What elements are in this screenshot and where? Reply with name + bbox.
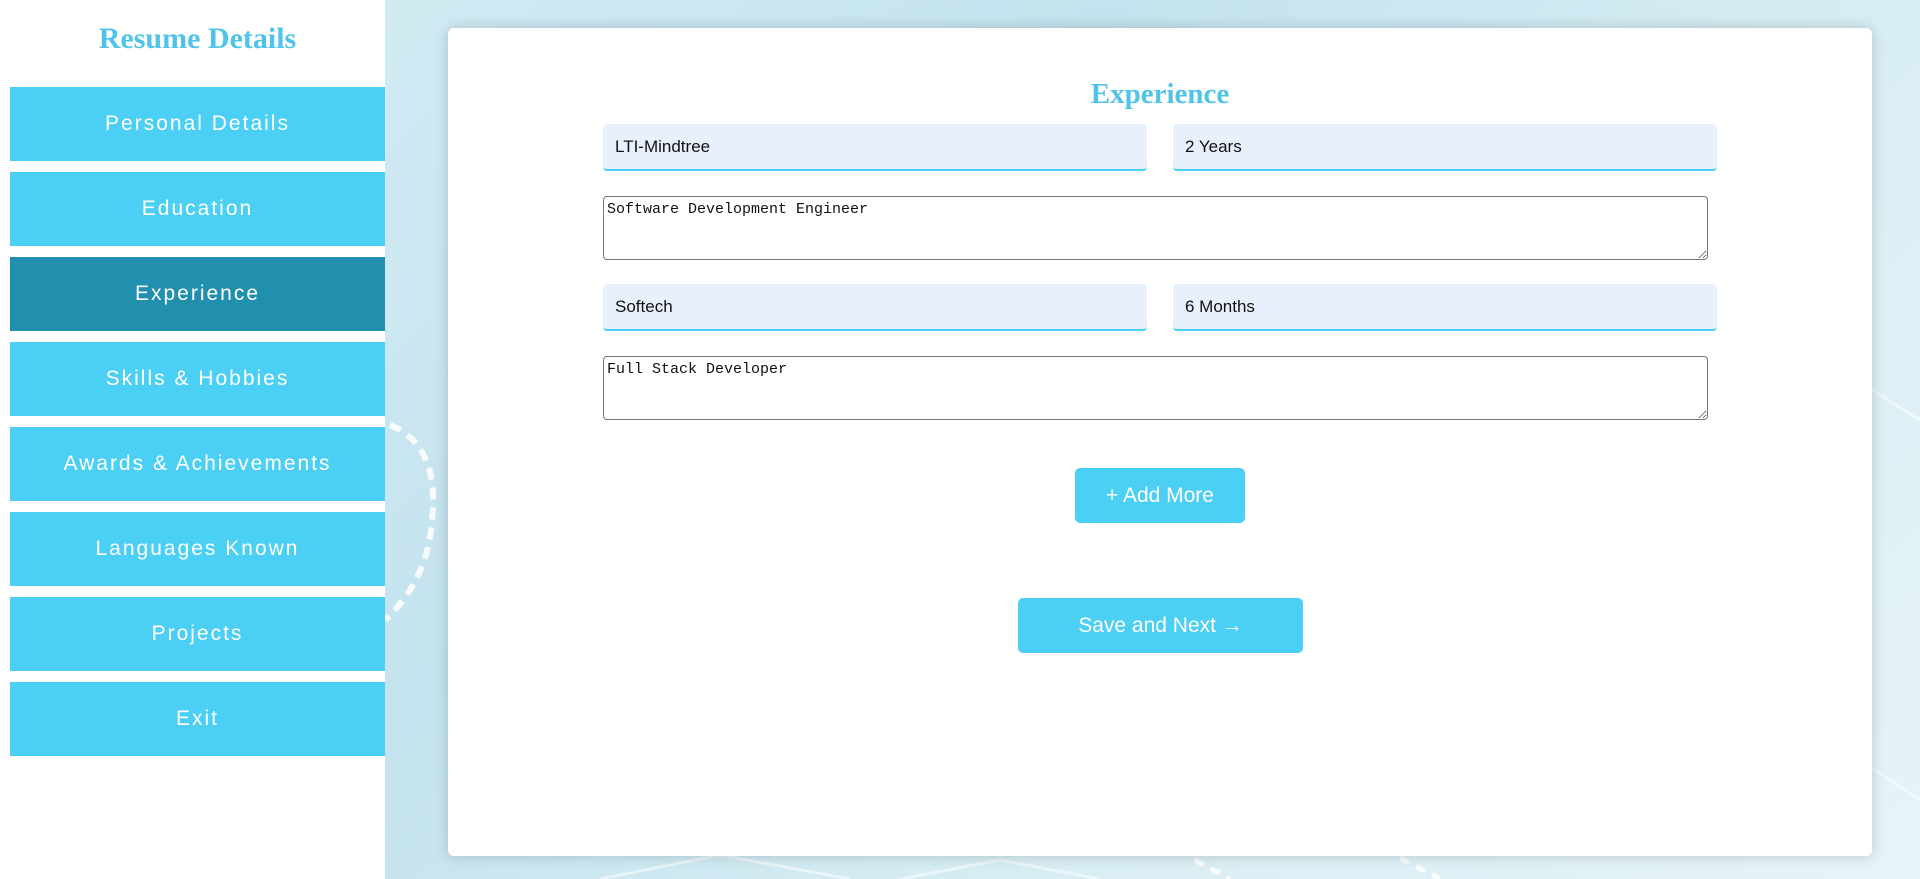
- role-textarea-1[interactable]: Software Development Engineer: [603, 196, 1708, 260]
- sidebar-item-exit[interactable]: Exit: [10, 682, 385, 756]
- sidebar-item-projects[interactable]: Projects: [10, 597, 385, 671]
- sidebar-item-languages-known[interactable]: Languages Known: [10, 512, 385, 586]
- sidebar: Resume Details Personal Details Educatio…: [0, 0, 385, 879]
- page-title: Experience: [1090, 78, 1230, 110]
- duration-input-1[interactable]: [1173, 124, 1717, 171]
- sidebar-item-awards-achievements[interactable]: Awards & Achievements: [10, 427, 385, 501]
- company-input-2[interactable]: [603, 284, 1147, 331]
- role-textarea-2[interactable]: Full Stack Developer: [603, 356, 1708, 420]
- sidebar-item-personal-details[interactable]: Personal Details: [10, 87, 385, 161]
- sidebar-item-experience[interactable]: Experience: [10, 257, 385, 331]
- sidebar-title: Resume Details: [98, 22, 297, 55]
- company-input-1[interactable]: [603, 124, 1147, 171]
- save-and-next-button[interactable]: Save and Next →: [1018, 598, 1303, 653]
- duration-input-2[interactable]: [1173, 284, 1717, 331]
- sidebar-item-skills-hobbies[interactable]: Skills & Hobbies: [10, 342, 385, 416]
- experience-form-card: Experience Software Development Engineer…: [448, 28, 1872, 856]
- sidebar-nav: Personal Details Education Experience Sk…: [10, 87, 385, 767]
- add-more-button[interactable]: + Add More: [1075, 468, 1245, 523]
- sidebar-item-education[interactable]: Education: [10, 172, 385, 246]
